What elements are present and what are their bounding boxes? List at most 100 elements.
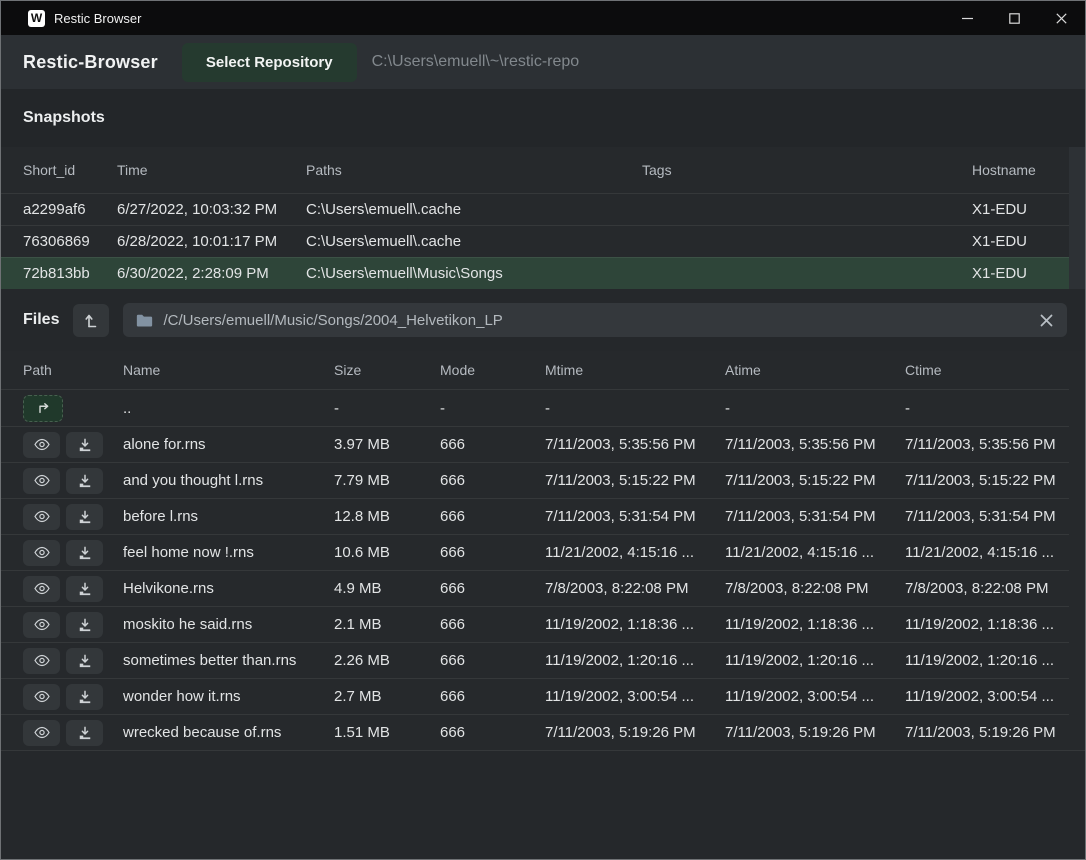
download-icon <box>78 618 92 632</box>
minimize-icon <box>962 13 973 24</box>
snapshots-scrollbar-gutter[interactable] <box>1069 147 1085 289</box>
file-mode: 666 <box>440 472 545 489</box>
file-ctime: 7/11/2003, 5:19:26 PM <box>905 724 1069 741</box>
download-icon <box>78 474 92 488</box>
preview-button[interactable] <box>23 684 60 710</box>
preview-button[interactable] <box>23 504 60 530</box>
file-size: 3.97 MB <box>334 436 440 453</box>
file-mtime: 7/11/2003, 5:31:54 PM <box>545 508 725 525</box>
window-title: Restic Browser <box>54 11 141 26</box>
file-name: sometimes better than.rns <box>123 652 334 669</box>
file-mtime: 7/11/2003, 5:15:22 PM <box>545 472 725 489</box>
file-name: before l.rns <box>123 508 334 525</box>
preview-button[interactable] <box>23 540 60 566</box>
download-button[interactable] <box>66 504 103 530</box>
parent-mode: - <box>440 400 545 417</box>
file-size: 7.79 MB <box>334 472 440 489</box>
snapshot-row[interactable]: a2299af6 6/27/2022, 10:03:32 PM C:\Users… <box>1 193 1069 225</box>
clear-x-icon <box>1040 314 1053 327</box>
download-button[interactable] <box>66 432 103 458</box>
parent-mtime: - <box>545 400 725 417</box>
file-mtime: 7/11/2003, 5:19:26 PM <box>545 724 725 741</box>
file-name: Helvikone.rns <box>123 580 334 597</box>
file-mtime: 11/19/2002, 1:18:36 ... <box>545 616 725 633</box>
file-ctime: 7/11/2003, 5:31:54 PM <box>905 508 1069 525</box>
file-row: and you thought l.rns 7.79 MB 666 7/11/2… <box>1 462 1069 498</box>
file-ctime: 7/11/2003, 5:35:56 PM <box>905 436 1069 453</box>
snapshot-row[interactable]: 72b813bb 6/30/2022, 2:28:09 PM C:\Users\… <box>1 257 1069 289</box>
parent-directory-button[interactable] <box>23 395 63 422</box>
snapshot-row[interactable]: 76306869 6/28/2022, 10:01:17 PM C:\Users… <box>1 225 1069 257</box>
preview-button[interactable] <box>23 720 60 746</box>
download-button[interactable] <box>66 540 103 566</box>
file-mode: 666 <box>440 724 545 741</box>
snapshot-short-id: 72b813bb <box>23 265 117 282</box>
parent-size: - <box>334 400 440 417</box>
snapshot-paths: C:\Users\emuell\.cache <box>306 201 642 218</box>
file-atime: 7/8/2003, 8:22:08 PM <box>725 580 905 597</box>
select-repository-button[interactable]: Select Repository <box>182 43 357 82</box>
eye-icon <box>34 546 50 559</box>
eye-icon <box>34 726 50 739</box>
go-to-root-button[interactable] <box>73 304 109 337</box>
close-button[interactable] <box>1038 1 1085 35</box>
file-size: 4.9 MB <box>334 580 440 597</box>
eye-icon <box>34 618 50 631</box>
file-size: 2.1 MB <box>334 616 440 633</box>
file-atime: 7/11/2003, 5:31:54 PM <box>725 508 905 525</box>
download-icon <box>78 438 92 452</box>
file-name: and you thought l.rns <box>123 472 334 489</box>
column-hostname: Hostname <box>972 162 1069 178</box>
snapshots-table: Short_id Time Paths Tags Hostname a2299a… <box>1 147 1085 289</box>
current-file-path: /C/Users/emuell/Music/Songs/2004_Helveti… <box>163 312 1028 329</box>
file-size: 12.8 MB <box>334 508 440 525</box>
download-button[interactable] <box>66 684 103 710</box>
column-size: Size <box>334 362 440 378</box>
file-atime: 11/19/2002, 1:18:36 ... <box>725 616 905 633</box>
download-button[interactable] <box>66 648 103 674</box>
preview-button[interactable] <box>23 576 60 602</box>
download-button[interactable] <box>66 576 103 602</box>
file-row: alone for.rns 3.97 MB 666 7/11/2003, 5:3… <box>1 426 1069 462</box>
download-button[interactable] <box>66 612 103 638</box>
download-button[interactable] <box>66 720 103 746</box>
file-size: 2.26 MB <box>334 652 440 669</box>
file-ctime: 11/19/2002, 3:00:54 ... <box>905 688 1069 705</box>
eye-icon <box>34 582 50 595</box>
column-path: Path <box>23 362 123 378</box>
download-icon <box>78 690 92 704</box>
file-mode: 666 <box>440 436 545 453</box>
up-level-icon <box>83 312 99 328</box>
file-row: sometimes better than.rns 2.26 MB 666 11… <box>1 642 1069 678</box>
file-row: moskito he said.rns 2.1 MB 666 11/19/200… <box>1 606 1069 642</box>
preview-button[interactable] <box>23 432 60 458</box>
file-ctime: 11/21/2002, 4:15:16 ... <box>905 544 1069 561</box>
download-icon <box>78 726 92 740</box>
clear-path-button[interactable] <box>1038 312 1055 329</box>
preview-button[interactable] <box>23 468 60 494</box>
file-atime: 7/11/2003, 5:15:22 PM <box>725 472 905 489</box>
column-ctime: Ctime <box>905 362 1069 378</box>
file-ctime: 7/11/2003, 5:15:22 PM <box>905 472 1069 489</box>
download-icon <box>78 582 92 596</box>
file-mtime: 7/11/2003, 5:35:56 PM <box>545 436 725 453</box>
file-path-bar[interactable]: /C/Users/emuell/Music/Songs/2004_Helveti… <box>123 303 1067 337</box>
file-ctime: 7/8/2003, 8:22:08 PM <box>905 580 1069 597</box>
eye-icon <box>34 690 50 703</box>
snapshots-section-header: Snapshots <box>1 89 1085 147</box>
file-atime: 7/11/2003, 5:19:26 PM <box>725 724 905 741</box>
file-atime: 11/21/2002, 4:15:16 ... <box>725 544 905 561</box>
preview-button[interactable] <box>23 612 60 638</box>
minimize-button[interactable] <box>944 1 991 35</box>
column-paths: Paths <box>306 162 642 178</box>
window-controls <box>944 1 1085 35</box>
window-titlebar: W Restic Browser <box>1 1 1085 35</box>
file-mtime: 11/21/2002, 4:15:16 ... <box>545 544 725 561</box>
download-button[interactable] <box>66 468 103 494</box>
download-icon <box>78 654 92 668</box>
preview-button[interactable] <box>23 648 60 674</box>
app-window: W Restic Browser Restic-Browser Select R… <box>0 0 1086 860</box>
file-ctime: 11/19/2002, 1:18:36 ... <box>905 616 1069 633</box>
snapshot-hostname: X1-EDU <box>972 233 1069 250</box>
maximize-button[interactable] <box>991 1 1038 35</box>
